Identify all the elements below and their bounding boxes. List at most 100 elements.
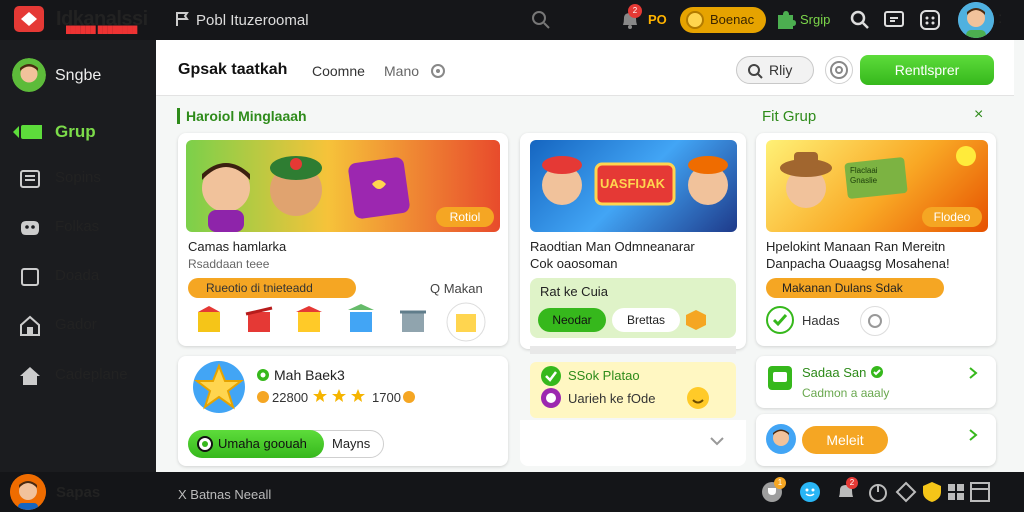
chevron-down-icon[interactable] [708,432,726,450]
chevron-right-icon[interactable] [966,366,980,380]
coin-icon [403,391,415,403]
profile-name: Mah Baek3 [274,367,345,383]
divider [530,346,736,354]
gem-label[interactable]: Srgip [800,12,830,27]
rating-stars-icon [313,389,365,402]
sidebar-item-doada[interactable]: Doada [0,255,156,299]
chat-icon[interactable] [882,8,906,32]
star-badge-icon [193,361,245,413]
coin-icon [257,391,269,403]
cube-icon [686,310,706,330]
card-title: Camas hamlarka [188,239,287,254]
card-tag: Rueotio di tnieteadd [188,278,356,298]
chip-button[interactable] [860,306,890,336]
list-item[interactable]: Uarieh ke fOde [568,391,655,406]
search-button[interactable]: Rliy [736,56,814,84]
option-pill[interactable]: Brettas [612,308,680,332]
sidebar-item-folkas[interactable]: Folkas [0,206,156,250]
sidebar-item-label: Gador [55,316,97,333]
coin-count: PO [648,12,667,27]
item-icons-row [198,302,486,342]
gamepad-icon [21,221,39,235]
banner-tag: Flodeo [922,207,982,227]
search-icon[interactable] [848,8,872,32]
tab-coomne[interactable]: Coomne [312,63,365,79]
grid-icon[interactable] [944,480,968,504]
card-subtitle: Cok oaosoman [530,256,618,271]
avatar [766,424,796,454]
verified-icon [871,366,883,378]
sidebar-item-sopins[interactable]: Sopins [0,157,156,201]
bottom-user-name: Sapas [56,484,101,501]
sidebar-item-label: Sopins [55,169,101,186]
card-tag: Makanan Dulans Sdak [766,278,944,298]
list-item[interactable]: SSok Platao [568,368,640,383]
bottom-status-text: X Batnas Neeall [178,487,272,502]
bottom-avatar[interactable] [10,474,46,510]
secondary-toggle-button[interactable]: Mayns [332,436,370,451]
card-link[interactable]: Q Makan [430,281,483,296]
tab-mano[interactable]: Mano [384,63,419,79]
more-menu[interactable]: : [998,10,1002,28]
folder-icon [13,125,42,139]
section-marker [177,108,180,124]
banner-title: UASFIJAK [600,176,666,191]
shield-icon[interactable] [920,480,944,504]
card-title: Raodtian Man Odmneanarar [530,239,695,254]
brand-tagline: ██████ ████████ [66,27,138,34]
section-title-right: Fit Grup [762,108,817,125]
card-subtitle: Danpacha Ouaagsg Mosahena! [766,256,950,271]
close-icon[interactable]: × [974,106,983,124]
sidebar-item-cadeplane[interactable]: Cadeplane [0,354,156,398]
flag-icon[interactable] [174,10,192,28]
chevron-right-icon[interactable] [966,428,980,442]
user-avatar[interactable] [958,2,994,38]
orange-action-button[interactable]: Meleit [802,426,888,454]
banner-text: Flaclaai Gnaslie [850,166,878,185]
window-icon[interactable] [968,480,992,504]
nav-breadcrumb[interactable]: Pobl Ituzeroomal [196,12,309,29]
check-circle-icon [766,306,794,334]
search-button-label: Rliy [769,62,793,78]
search-icon [748,64,763,79]
page-title: Gpsak taatkah [178,61,288,78]
grid-icon[interactable] [918,8,942,32]
puzzle-icon[interactable] [774,9,796,31]
stat-value: 22800 [272,390,309,405]
check-icon [541,366,561,386]
option-pill-active[interactable]: Neodar [538,308,606,332]
card-pill-label[interactable]: Hadas [802,313,840,328]
sidebar-item-grup[interactable]: Grup [0,110,156,154]
power-icon[interactable] [866,480,890,504]
home-icon [20,315,40,336]
sidebar-item-label: Folkas [55,218,100,235]
search-icon[interactable] [530,9,552,31]
primary-action-button[interactable]: Rentlsprer [860,55,994,85]
card-title: Hpelokint Manaan Ran Mereitn [766,239,946,254]
stat-value: 1700 [372,390,401,405]
settings-button[interactable] [825,56,853,84]
group-subtitle: Cadmon a aaaly [802,386,890,400]
group-title: Sadaa San [802,365,867,380]
coin-icon [686,11,704,29]
card-subtitle: Rsaddaan teee [188,257,270,271]
house-icon [20,367,40,385]
sidebar-item-gador[interactable]: Gador [0,304,156,348]
gear-icon [830,61,848,79]
section-title-left: Haroiol Minglaaah [186,108,307,124]
notification-badge: 2 [846,477,858,489]
settings-icon[interactable] [430,63,446,79]
status-dot-icon [257,369,269,381]
sidebar-item-label: Doada [55,267,100,284]
sidebar-item-label: Cadeplane [55,366,128,383]
smile-icon [687,387,709,409]
emoji-icon[interactable] [798,480,822,504]
app-logo-icon[interactable] [12,4,46,34]
gear-icon [868,314,882,328]
list-icon [20,170,40,188]
diamond-icon[interactable] [894,480,918,504]
sidebar-item-label: Grup [55,122,96,141]
sidebar-active-highlight [0,74,156,112]
square-icon [21,268,39,286]
chat-icon [768,366,792,390]
